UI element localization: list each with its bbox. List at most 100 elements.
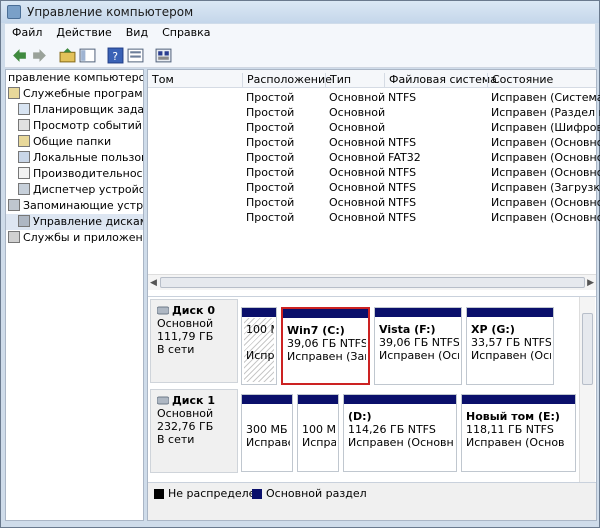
event-viewer-icon — [18, 119, 30, 131]
volume-status-cell: Исправен (Основной — [491, 151, 600, 164]
toolbar: ? — [5, 44, 595, 68]
scroll-left-icon[interactable]: ◀ — [150, 278, 157, 288]
hard-disk-icon — [156, 306, 170, 315]
scroll-thumb[interactable] — [582, 313, 593, 385]
forward-arrow-icon[interactable] — [31, 47, 48, 64]
tree-storage[interactable]: Запоминающие устройс — [6, 198, 143, 214]
menu-view[interactable]: Вид — [119, 24, 155, 41]
disk-management-icon[interactable] — [155, 47, 172, 64]
volume-type-cell: Основной — [329, 196, 386, 209]
volume-fs-cell: FAT32 — [388, 151, 421, 164]
shared-folder-icon — [18, 135, 30, 147]
volume-layout-cell: Простой — [246, 151, 295, 164]
clock-icon — [18, 103, 30, 115]
tree-event-viewer[interactable]: Просмотр событий — [6, 118, 143, 134]
tree-shared-folders[interactable]: Общие папки — [6, 134, 143, 150]
column-volume[interactable]: Том — [148, 73, 174, 88]
volume-row[interactable]: (D:)ПростойОсновнойNTFSИсправен (Основно… — [148, 135, 600, 150]
volume-layout-cell: Простой — [246, 121, 295, 134]
volume-row[interactable]: (H:)ПростойОсновнойFAT32Исправен (Основн… — [148, 150, 600, 165]
disk-icon — [18, 215, 30, 227]
volume-type-cell: Основной — [329, 106, 386, 119]
tree-disk-management[interactable]: Управление дисками — [6, 214, 143, 230]
volume-row[interactable]: Простой ОсновнойNTFS Исправен (Система, А — [148, 90, 600, 105]
volume-type-cell: Основной — [329, 91, 386, 104]
volume-fs-cell: NTFS — [388, 181, 417, 194]
legend-primary: Основной раздел — [266, 487, 367, 500]
tree-root[interactable]: правление компьютером (л — [6, 70, 143, 86]
tree-system-tools[interactable]: Служебные программы — [6, 86, 143, 102]
volume-status-cell: Исправен (Загрузка, — [491, 181, 600, 194]
volume-status-cell: Исправен (Раздел во — [491, 106, 600, 119]
window-title: Управление компьютером — [27, 5, 194, 19]
show-hide-tree-icon[interactable] — [79, 47, 96, 64]
volume-layout-cell: Простой — [246, 136, 295, 149]
tree-local-users[interactable]: Локальные пользоват — [6, 150, 143, 166]
tree-performance[interactable]: Производительность — [6, 166, 143, 182]
title-bar[interactable]: Управление компьютером — [1, 1, 599, 23]
menu-help[interactable]: Справка — [155, 24, 217, 41]
column-status[interactable]: Состояние — [487, 73, 553, 88]
disk-management-pane: Том Расположение Тип Файловая система Со… — [147, 69, 600, 521]
disk-0-label[interactable]: Диск 0 Основной 111,79 ГБ В сети — [150, 299, 238, 383]
volume-layout-cell: Простой — [246, 181, 295, 194]
column-filesystem[interactable]: Файловая система — [384, 73, 497, 88]
volume-list-header: Том Расположение Тип Файловая система Со… — [148, 70, 596, 88]
scroll-thumb[interactable] — [160, 277, 585, 288]
volume-row[interactable]: Простой Основной Исправен (Раздел во — [148, 105, 600, 120]
properties-icon[interactable] — [127, 47, 144, 64]
volume-layout-cell: Простой — [246, 106, 295, 119]
menu-file[interactable]: Файл — [5, 24, 49, 41]
volume-status-cell: Исправен (Система, А — [491, 91, 600, 104]
partition-new-volume-e[interactable]: Новый том (E:) 118,11 ГБ NTFS Исправен (Ос… — [461, 394, 576, 472]
partition-disk1-100mb[interactable]: 100 МЕИсправе — [297, 394, 339, 472]
horizontal-scrollbar[interactable]: ◀ ▶ — [148, 274, 596, 290]
volume-type-cell: Основной — [329, 136, 386, 149]
tools-icon — [8, 87, 20, 99]
disk-graphical-view: Диск 0 Основной 111,79 ГБ В сети 100 МИс… — [148, 296, 596, 497]
partition-vista-f[interactable]: Vista (F:)39,06 ГБ NTFSИсправен (Осно — [374, 307, 462, 385]
volume-fs-cell: NTFS — [388, 196, 417, 209]
legend-unallocated: Не распределен — [168, 487, 263, 500]
users-icon — [18, 151, 30, 163]
performance-icon — [18, 167, 30, 179]
disk-1-label[interactable]: Диск 1 Основной 232,76 ГБ В сети — [150, 389, 238, 473]
hard-disk-icon — [156, 396, 170, 405]
back-arrow-icon[interactable] — [11, 47, 28, 64]
volume-fs-cell: NTFS — [388, 166, 417, 179]
partition-disk1-300mb[interactable]: 300 МБ Исправе — [241, 394, 293, 472]
column-type[interactable]: Тип — [325, 73, 351, 88]
volume-fs-cell: NTFS — [388, 91, 417, 104]
tree-task-scheduler[interactable]: Планировщик задани — [6, 102, 143, 118]
vertical-scrollbar[interactable] — [579, 297, 595, 497]
menu-bar: Файл Действие Вид Справка — [5, 24, 595, 44]
services-icon — [8, 231, 20, 243]
volume-layout-cell: Простой — [246, 196, 295, 209]
volume-row[interactable]: Vista (F:)ПростойОсновнойNTFSИсправен (О… — [148, 165, 600, 180]
partition-xp-g[interactable]: XP (G:)33,57 ГБ NTFSИсправен (Осно — [466, 307, 554, 385]
volume-row[interactable]: Новый том (E:)ПростойОсновнойNTFSИсправе… — [148, 210, 600, 225]
partition-win7-c[interactable]: Win7 (C:)39,06 ГБ NTFSИсправен (Загру — [281, 307, 370, 385]
volume-type-cell: Основной — [329, 151, 386, 164]
column-layout[interactable]: Расположение — [242, 73, 332, 88]
svg-text:?: ? — [112, 50, 118, 63]
volume-status-cell: Исправен (Основной — [491, 196, 600, 209]
volume-row[interactable]: Простой Основной Исправен (Шифрова — [148, 120, 600, 135]
tree-services-apps[interactable]: Службы и приложения — [6, 230, 143, 246]
up-folder-icon[interactable] — [59, 47, 76, 64]
partition-disk0-system-reserved[interactable]: 100 МИспр — [241, 307, 277, 385]
tree-device-manager[interactable]: Диспетчер устройств — [6, 182, 143, 198]
volume-status-cell: Исправен (Шифрова — [491, 121, 600, 134]
volume-layout-cell: Простой — [246, 211, 295, 224]
volume-row[interactable]: Win7 (C:)ПростойОсновнойNTFSИсправен (За… — [148, 180, 600, 195]
volume-row[interactable]: XP (G:)ПростойОсновнойNTFSИсправен (Осно… — [148, 195, 600, 210]
volume-type-cell: Основной — [329, 166, 386, 179]
volume-type-cell: Основной — [329, 121, 386, 134]
scroll-right-icon[interactable]: ▶ — [587, 278, 594, 288]
legend: Не распределен Основной раздел — [148, 482, 596, 520]
help-icon[interactable]: ? — [107, 47, 124, 64]
menu-action[interactable]: Действие — [49, 24, 118, 41]
storage-icon — [8, 199, 20, 211]
partition-d[interactable]: (D:) 114,26 ГБ NTFS Исправен (Основн — [343, 394, 457, 472]
volume-type-cell: Основной — [329, 181, 386, 194]
